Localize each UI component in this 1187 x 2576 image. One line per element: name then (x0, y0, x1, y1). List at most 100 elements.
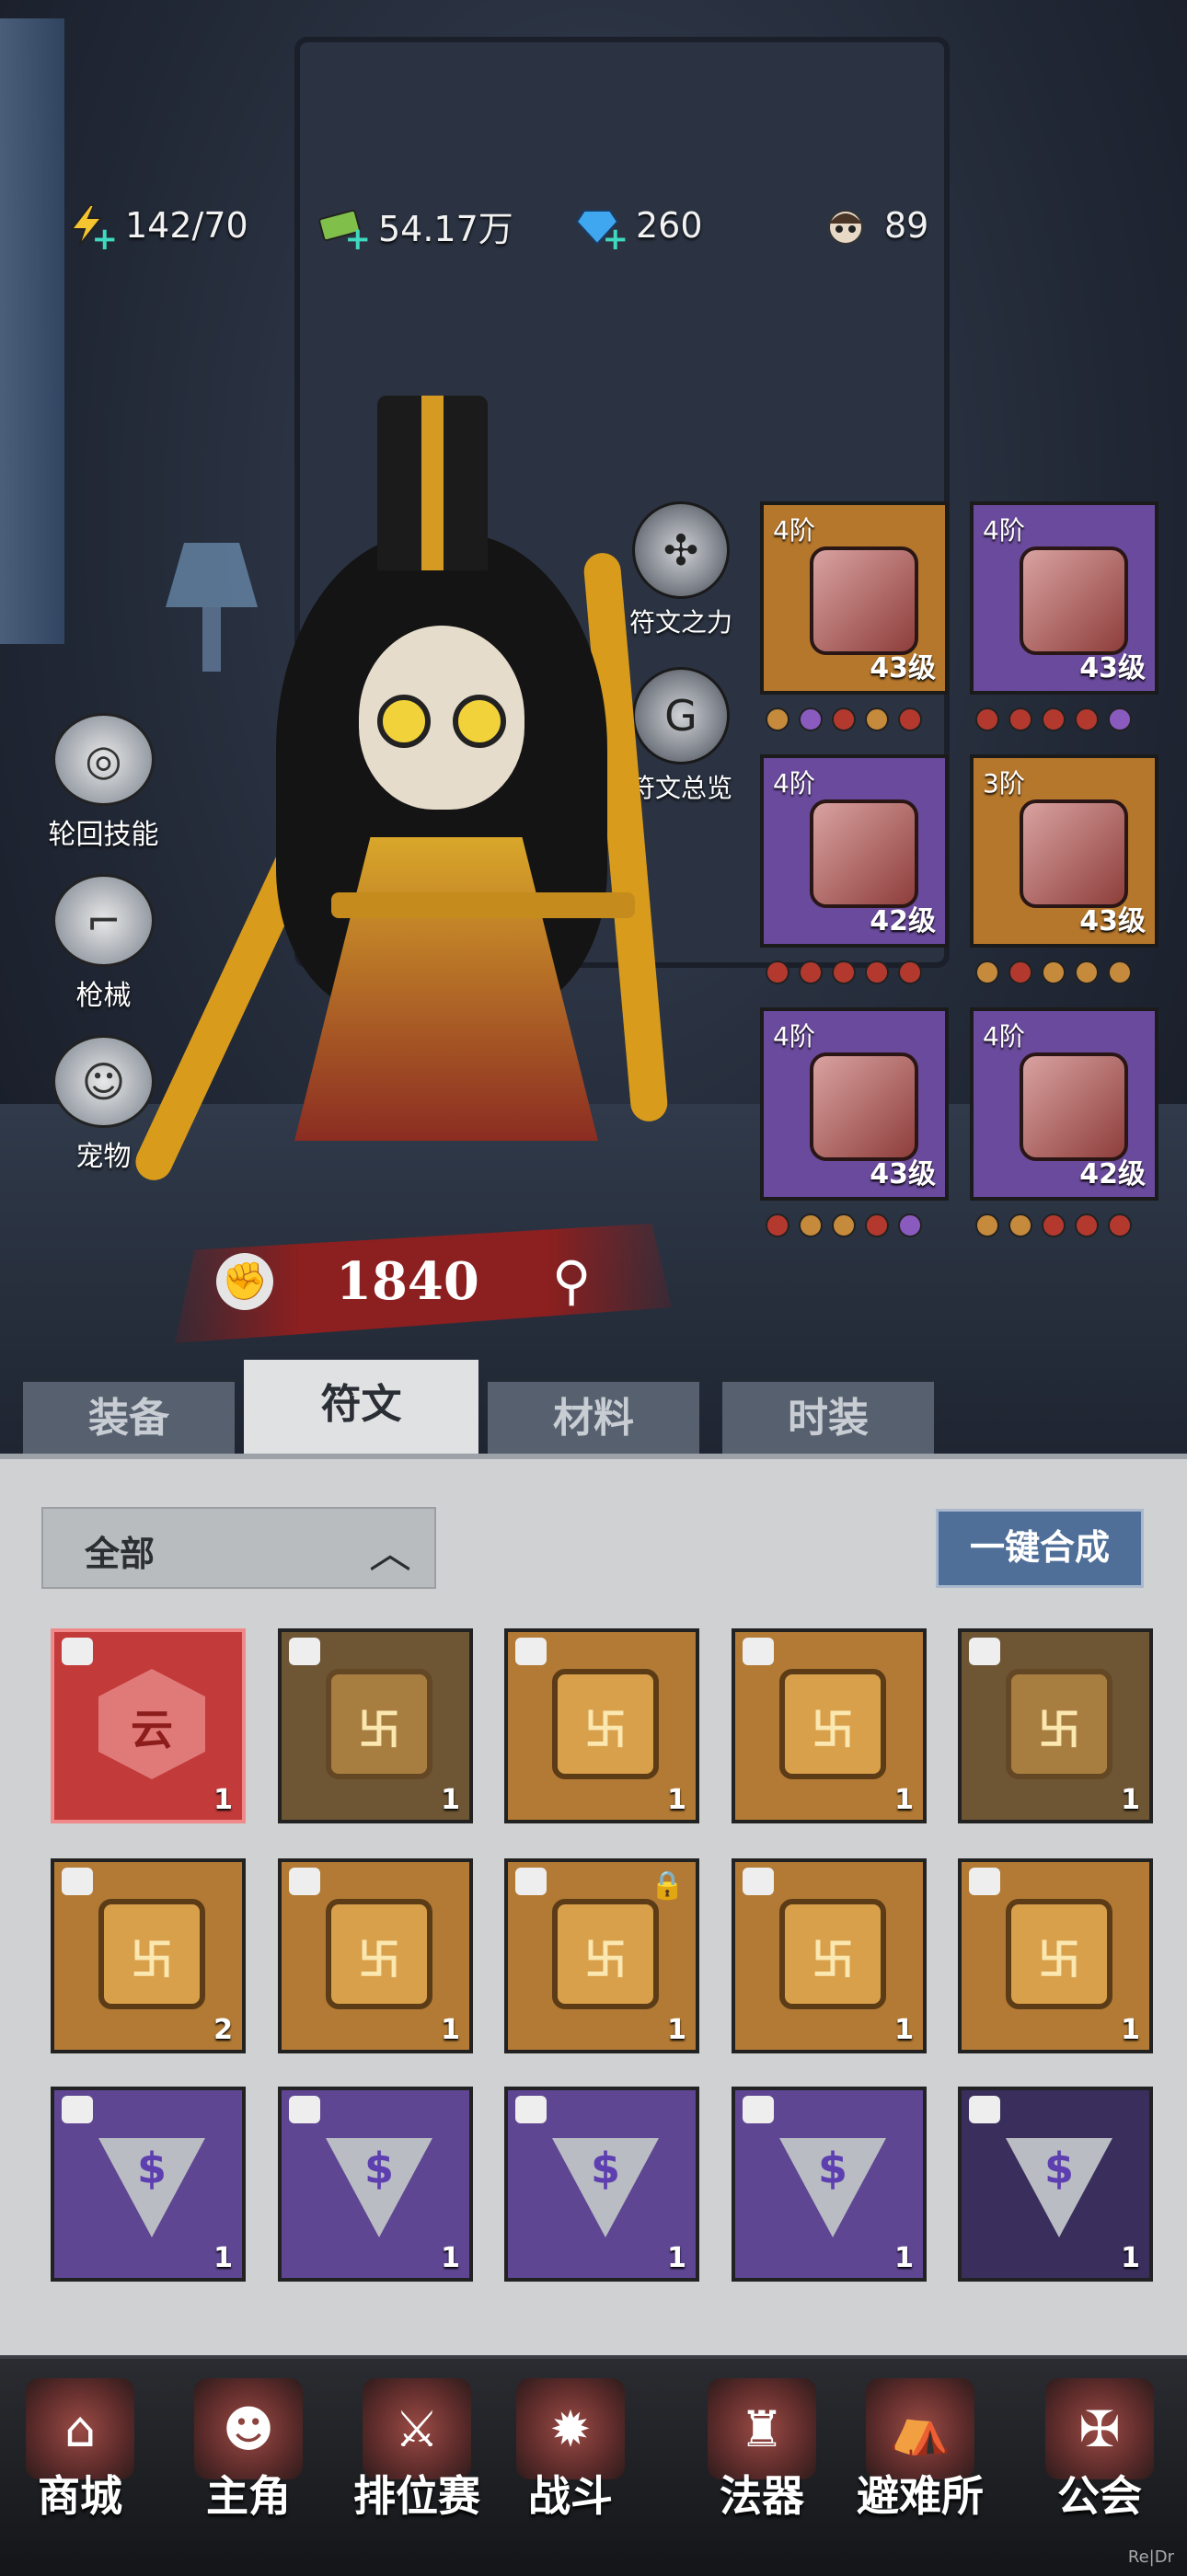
rune-slot[interactable]: $1 (732, 2087, 927, 2282)
rune-slot[interactable]: $1 (504, 2087, 699, 2282)
rune-slot[interactable]: 卐1 (504, 1628, 699, 1823)
cap-icon (810, 546, 918, 655)
chevron-up-icon: ︿ (369, 1528, 411, 1578)
nav-label: 法器 (720, 2471, 804, 2521)
hero-character[interactable] (129, 396, 699, 1205)
equipment-level: 43级 (870, 1158, 936, 1190)
rune-slot[interactable]: 卐1 (958, 1628, 1153, 1823)
rune-glyph: 卐 (358, 1935, 400, 1984)
swirl-icon: ◎ (52, 713, 155, 806)
rune-type-badge (515, 1868, 547, 1895)
nav-label: 主角 (206, 2471, 291, 2521)
nav-crossed-weapons[interactable]: ⚔ 排位赛 (348, 2378, 486, 2524)
pants-icon (1020, 799, 1128, 908)
rune-type-badge (62, 2096, 93, 2123)
rune-glyph: $ (1043, 2144, 1074, 2193)
rune-type-badge (969, 1868, 1000, 1895)
rune-type-badge (62, 1868, 93, 1895)
money-resource[interactable]: + 54.17万 (317, 198, 513, 255)
avatar-value: 89 (884, 205, 929, 246)
filter-label: 全部 (85, 1534, 156, 1574)
hat (377, 396, 488, 570)
rune-slot[interactable]: $1 (51, 2087, 246, 2282)
rune-count: 1 (441, 2242, 460, 2274)
reincarnation-skill-button[interactable]: ◎ 轮回技能 (41, 713, 166, 851)
equipment-tier: 4阶 (773, 515, 815, 546)
one-click-synthesize-button[interactable]: 一键合成 (936, 1509, 1144, 1588)
gun-icon: ⌐ (52, 874, 155, 967)
nav-bell[interactable]: ♜ 法器 (693, 2378, 831, 2524)
rune-socket-dot (1075, 960, 1099, 984)
equipment-slot-shoes[interactable]: 4阶 43级 (760, 1007, 949, 1245)
search-icon[interactable]: ⚲ (552, 1249, 591, 1312)
rune-count: 1 (667, 1784, 686, 1816)
tab-fashion[interactable]: 时装 (722, 1382, 934, 1455)
rune-slot[interactable]: $1 (958, 2087, 1153, 2282)
rune-type-badge (289, 2096, 320, 2123)
tab-runes[interactable]: 符文 (244, 1360, 478, 1455)
rune-socket-dot (865, 707, 889, 731)
rune-glyph: 卐 (584, 1705, 627, 1754)
equipment-slot-jacket[interactable]: 4阶 42级 (760, 754, 949, 992)
fist-icon: ✊ (216, 1253, 273, 1310)
nav-guild[interactable]: ✠ 公会 (1031, 2378, 1169, 2524)
lock-icon: 🔒 (650, 1869, 685, 1902)
firearm-button[interactable]: ⌐ 枪械 (41, 874, 166, 1012)
tab-materials[interactable]: 材料 (488, 1382, 699, 1455)
equipment-slot-armband[interactable]: 4阶 43级 (970, 501, 1158, 739)
rune-socket-dot (865, 1213, 889, 1237)
tab-equipment[interactable]: 装备 (23, 1382, 235, 1455)
rune-slot[interactable]: 🔒 卐 1 (504, 1858, 699, 2053)
equipment-slot-gloves[interactable]: 4阶 42级 (970, 1007, 1158, 1245)
rune-glyph: $ (590, 2144, 620, 2193)
filter-dropdown[interactable]: 全部 ︿ (41, 1507, 436, 1589)
rune-slot[interactable]: $1 (278, 2087, 473, 2282)
rune-glyph: 云 (131, 1705, 173, 1754)
rune-socket-dot (865, 960, 889, 984)
plus-icon[interactable]: + (92, 224, 119, 255)
rune-glyph: 卐 (1038, 1935, 1080, 1984)
nav-shop[interactable]: ⌂ 商城 (11, 2378, 149, 2524)
nav-label: 避难所 (857, 2471, 984, 2521)
hero-gun (331, 892, 635, 918)
rune-socket-dot (832, 960, 856, 984)
rune-type-badge (515, 1638, 547, 1665)
plus-icon[interactable]: + (603, 224, 629, 255)
nav-label: 战斗 (528, 2471, 613, 2521)
plus-icon[interactable]: + (345, 224, 372, 255)
rune-socket-dot (766, 1213, 789, 1237)
rune-slot[interactable]: 卐1 (732, 1858, 927, 2053)
rune-slot[interactable]: 卐1 (958, 1858, 1153, 2053)
rune-slot[interactable]: 卐1 (732, 1628, 927, 1823)
rune-count: 1 (213, 2242, 233, 2274)
equipment-slot-pants[interactable]: 3阶 43级 (970, 754, 1158, 992)
rune-count: 1 (1121, 2014, 1140, 2046)
stamina-resource[interactable]: + 142/70 (64, 198, 248, 255)
rune-socket-dot (1008, 707, 1032, 731)
rune-slot[interactable]: 云1 (51, 1628, 246, 1823)
nav-tent[interactable]: ⛺ 避难所 (851, 2378, 989, 2524)
rune-socket-dot (975, 707, 999, 731)
nav-label: 排位赛 (353, 2471, 480, 2521)
rune-glyph: $ (136, 2144, 167, 2193)
rune-count: 1 (894, 2014, 914, 2046)
equipment-level: 42级 (870, 905, 936, 937)
rune-count: 1 (1121, 2242, 1140, 2274)
rune-count: 2 (213, 2014, 233, 2046)
nav-label: 商城 (38, 2471, 122, 2521)
armband-icon (1020, 546, 1128, 655)
rune-slot[interactable]: 卐1 (278, 1858, 473, 2053)
rune-glyph: $ (363, 2144, 394, 2193)
gem-resource[interactable]: + 260 (575, 198, 703, 255)
avatar-resource[interactable]: 89 (824, 198, 928, 253)
rune-type-badge (289, 1868, 320, 1895)
nav-hero[interactable]: ☻ 主角 (179, 2378, 317, 2524)
nav-battle[interactable]: ✹ 战斗 (501, 2378, 640, 2524)
equipment-slot-cap[interactable]: 4阶 43级 (760, 501, 949, 739)
rune-slot[interactable]: 卐1 (278, 1628, 473, 1823)
lightning-icon: + (64, 203, 118, 255)
diamond-icon: + (575, 203, 628, 255)
pet-icon: ☺ (52, 1035, 155, 1128)
rune-slot[interactable]: 卐2 (51, 1858, 246, 2053)
rune-type-badge (743, 1868, 774, 1895)
